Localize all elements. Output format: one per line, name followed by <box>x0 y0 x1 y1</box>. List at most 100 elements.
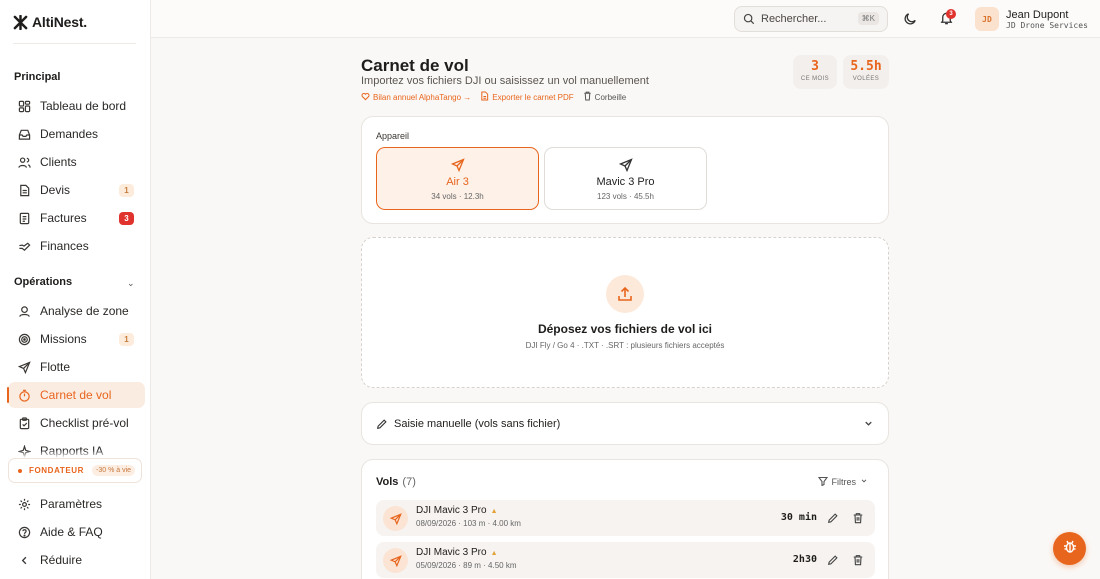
sidebar-item-missions[interactable]: Missions 1 <box>8 326 145 352</box>
top-bar <box>151 0 1100 38</box>
sidebar-item-preflight-checklist[interactable]: Checklist pré-vol <box>8 410 145 436</box>
founder-banner[interactable]: FONDATEUR -30 % à vie <box>8 458 142 483</box>
flight-drone: DJI Mavic 3 Pro ▲ <box>416 547 498 558</box>
count-badge: 1 <box>119 332 134 346</box>
sidebar-item-zone-analysis[interactable]: Analyse de zone <box>8 298 145 324</box>
document-icon <box>17 183 31 197</box>
help-icon <box>17 525 31 539</box>
edit-icon[interactable] <box>827 512 839 524</box>
founder-promo: -30 % à vie <box>92 465 136 476</box>
sidebar-item-label: Factures <box>40 211 87 225</box>
section-title-principal: Principal <box>14 71 61 83</box>
device-selector-card: Appareil Air 3 34 vols · 12.3h Mavic 3 P… <box>361 116 889 224</box>
flights-count: (7) <box>402 476 416 488</box>
delete-icon[interactable] <box>852 554 864 566</box>
flight-row[interactable]: DJI Mavic 3 Pro ▲ 08/09/2026 · 103 m · 4.… <box>376 500 875 536</box>
sidebar-item-label: Missions <box>40 332 87 346</box>
sidebar-item-label: Flotte <box>40 360 71 374</box>
founder-dot-icon <box>18 468 22 473</box>
sidebar-item-fleet[interactable]: Flotte <box>8 354 145 380</box>
sidebar-item-finances[interactable]: Finances <box>8 233 145 259</box>
sidebar: AltiNest. Principal Tableau de bord Dema… <box>0 0 151 579</box>
sidebar-item-label: Tableau de bord <box>40 99 127 113</box>
device-meta: 123 vols · 45.5h <box>597 192 654 201</box>
pencil-icon <box>376 418 388 430</box>
edit-icon[interactable] <box>827 554 839 566</box>
search-placeholder: Rechercher... <box>761 13 827 25</box>
sidebar-item-dashboard[interactable]: Tableau de bord <box>8 93 145 119</box>
trash-link[interactable]: Corbeille <box>583 91 626 103</box>
moon-icon[interactable] <box>903 11 918 31</box>
sidebar-item-flight-log[interactable]: Carnet de vol <box>7 382 145 408</box>
annual-report-link[interactable]: Bilan annuel AlphaTango → <box>361 92 471 103</box>
flights-title-label: Vols <box>376 476 399 488</box>
divider <box>13 43 136 44</box>
flights-title: Vols (7) <box>376 476 416 488</box>
notification-badge: 3 <box>946 9 956 19</box>
filters-button[interactable]: Filtres <box>817 476 869 488</box>
upload-icon <box>606 275 644 313</box>
flight-drone-name: DJI Mavic 3 Pro <box>416 547 487 558</box>
stat-value: 3 <box>811 59 819 74</box>
dropzone-subtitle: DJI Fly / Go 4 · .TXT · .SRT : plusieurs… <box>525 341 725 350</box>
stat-label: CE MOIS <box>800 76 830 82</box>
sidebar-item-label: Paramètres <box>40 497 103 511</box>
file-dropzone[interactable]: Déposez vos fichiers de vol ici DJI Fly … <box>361 237 889 388</box>
user-name[interactable]: Jean Dupont <box>1006 9 1068 21</box>
device-section-label: Appareil <box>376 131 410 141</box>
manual-entry-toggle[interactable]: Saisie manuelle (vols sans fichier) <box>361 402 889 445</box>
count-badge: 1 <box>119 183 134 197</box>
scroll-fade <box>0 450 150 458</box>
flights-card: Vols (7) Filtres DJI Mavic 3 Pro ▲ 08/09/2… <box>361 459 889 579</box>
sidebar-item-label: Finances <box>40 239 89 253</box>
plane-icon <box>545 158 706 172</box>
users-icon <box>17 155 31 169</box>
sidebar-item-help[interactable]: Aide & FAQ <box>8 519 145 545</box>
zone-icon <box>17 304 31 318</box>
founder-label: FONDATEUR <box>29 466 85 475</box>
manual-entry-label: Saisie manuelle (vols sans fichier) <box>394 417 561 430</box>
user-organization: JD Drone Services <box>1006 21 1088 30</box>
device-tile-air-3[interactable]: Air 3 34 vols · 12.3h <box>376 147 539 210</box>
sidebar-item-quotes[interactable]: Devis 1 <box>8 177 145 203</box>
sidebar-item-clients[interactable]: Clients <box>8 149 145 175</box>
sidebar-item-settings[interactable]: Paramètres <box>8 491 145 517</box>
avatar[interactable]: JD <box>975 7 999 31</box>
stat-this-month: 3 CE MOIS <box>793 55 837 89</box>
invoice-icon <box>17 211 31 225</box>
export-pdf-link[interactable]: Exporter le carnet PDF <box>480 91 574 103</box>
search-input[interactable]: Rechercher... ⌘K <box>734 6 888 32</box>
flight-row[interactable]: DJI Mavic 3 Pro ▲ 05/09/2026 · 89 m · 4.5… <box>376 542 875 578</box>
warning-icon: ▲ <box>490 550 498 557</box>
flight-duration: 2h30 <box>792 554 817 565</box>
annual-report-label: Bilan annuel AlphaTango → <box>373 92 472 102</box>
search-icon <box>743 13 755 25</box>
sidebar-item-invoices[interactable]: Factures 3 <box>8 205 145 231</box>
flight-drone-name: DJI Mavic 3 Pro <box>416 505 487 516</box>
device-name: Air 3 <box>446 176 469 188</box>
chevron-down-icon <box>863 418 874 432</box>
brand-logo[interactable]: AltiNest. <box>13 14 87 30</box>
flight-drone: DJI Mavic 3 Pro ▲ <box>416 505 498 516</box>
plane-icon <box>383 548 408 573</box>
brand-name: AltiNest. <box>32 14 87 30</box>
dashboard-icon <box>17 99 31 113</box>
chevron-down-icon[interactable]: ⌄ <box>127 278 135 289</box>
sidebar-item-label: Checklist pré-vol <box>40 416 129 430</box>
trash-icon <box>583 91 592 103</box>
bug-report-button[interactable] <box>1053 532 1086 565</box>
target-icon <box>17 332 31 346</box>
sidebar-item-label: Devis <box>40 183 71 197</box>
device-meta: 34 vols · 12.3h <box>431 192 484 201</box>
sidebar-item-label: Réduire <box>40 553 83 567</box>
plane-icon <box>383 506 408 531</box>
device-name: Mavic 3 Pro <box>596 176 655 188</box>
sidebar-item-label: Aide & FAQ <box>40 525 103 539</box>
sidebar-item-collapse[interactable]: Réduire <box>8 547 145 573</box>
warning-icon: ▲ <box>490 508 498 515</box>
device-tile-mavic-3-pro[interactable]: Mavic 3 Pro 123 vols · 45.5h <box>544 147 707 210</box>
finance-icon <box>17 239 31 253</box>
delete-icon[interactable] <box>852 512 864 524</box>
sidebar-item-requests[interactable]: Demandes <box>8 121 145 147</box>
chevron-down-icon <box>860 477 868 487</box>
